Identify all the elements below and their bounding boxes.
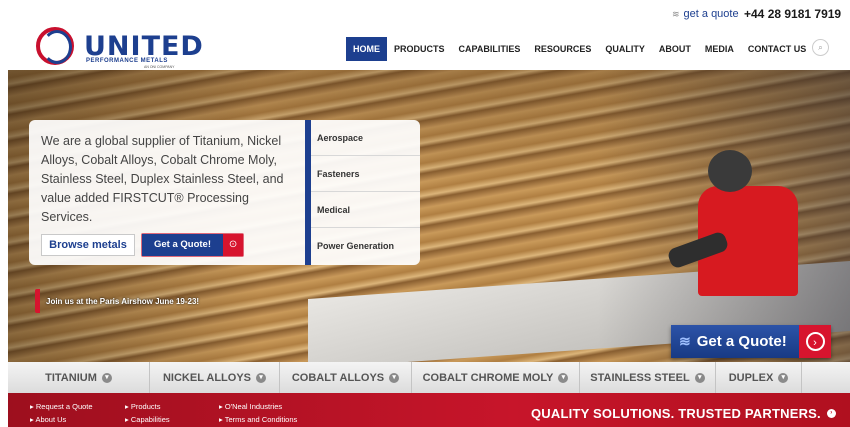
announcement-accent <box>35 289 40 313</box>
industries-list: Aerospace Fasteners Medical Power Genera… <box>305 120 420 265</box>
chevron-down-icon: ▾ <box>778 372 789 383</box>
logo-swoosh-icon <box>42 30 72 64</box>
intro-card: We are a global supplier of Titanium, Ni… <box>29 120 305 265</box>
metal-label[interactable]: DUPLEX <box>729 372 774 384</box>
layers-icon: ≋ <box>672 8 680 19</box>
industry-power-generation[interactable]: Power Generation <box>311 228 420 264</box>
get-quote-label[interactable]: Get a Quote! <box>142 234 224 256</box>
layers-icon: ≋ <box>679 333 691 349</box>
arrow-circle-icon[interactable]: › <box>826 409 836 418</box>
metal-label[interactable]: COBALT ALLOYS <box>292 372 384 384</box>
get-a-quote-label[interactable]: get a quote <box>684 8 739 20</box>
nav-home[interactable]: HOME <box>346 37 387 61</box>
tagline-text: QUALITY SOLUTIONS. TRUSTED PARTNERS. <box>531 406 821 421</box>
footer-tagline: QUALITY SOLUTIONS. TRUSTED PARTNERS. › <box>531 406 836 421</box>
metal-label[interactable]: NICKEL ALLOYS <box>163 372 251 384</box>
metal-cobalt-chrome-moly[interactable]: COBALT CHROME MOLY ▾ <box>412 362 580 393</box>
metal-nickel-alloys[interactable]: NICKEL ALLOYS ▾ <box>150 362 280 393</box>
large-get-quote-arrow[interactable]: › <box>799 325 831 358</box>
metal-titanium[interactable]: TITANIUM ▾ <box>8 362 150 393</box>
large-get-quote-main[interactable]: ≋ Get a Quote! <box>671 325 799 358</box>
chevron-down-icon: ▾ <box>694 372 705 383</box>
metal-label[interactable]: COBALT CHROME MOLY <box>423 372 554 384</box>
metals-nav: TITANIUM ▾ NICKEL ALLOYS ▾ COBALT ALLOYS ▾ … <box>8 362 850 393</box>
nav-capabilities[interactable]: CAPABILITIES <box>452 37 528 61</box>
get-a-quote-link[interactable]: ≋ get a quote <box>672 8 739 20</box>
metal-cobalt-alloys[interactable]: COBALT ALLOYS ▾ <box>280 362 412 393</box>
industry-aerospace[interactable]: Aerospace <box>311 120 420 156</box>
footer-link-about-us[interactable]: ▸ About Us <box>30 415 66 424</box>
site-header: UNITED PERFORMANCE METALS AN ONI COMPANY… <box>0 26 850 70</box>
nav-quality[interactable]: QUALITY <box>598 37 652 61</box>
intro-text: We are a global supplier of Titanium, Ni… <box>41 134 284 224</box>
footer-link-request-quote[interactable]: ▸ Request a Quote <box>30 402 93 411</box>
logo-subtitle: PERFORMANCE METALS <box>86 58 168 64</box>
chevron-down-icon: ▾ <box>558 372 569 383</box>
nav-contact-us[interactable]: CONTACT US <box>741 37 813 61</box>
nav-products[interactable]: PRODUCTS <box>387 37 452 61</box>
footer-link-products[interactable]: ▸ Products <box>125 402 160 411</box>
airshow-text[interactable]: Join us at the Paris Airshow June 19-23! <box>46 297 199 306</box>
metal-label[interactable]: STAINLESS STEEL <box>590 372 689 384</box>
industry-fasteners[interactable]: Fasteners <box>311 156 420 192</box>
arrow-circle-icon: › <box>805 332 825 351</box>
browse-metals-button[interactable]: Browse metals <box>41 234 135 256</box>
arrow-circle-icon[interactable]: ⊙ <box>223 234 244 256</box>
metal-label[interactable]: TITANIUM <box>45 372 97 384</box>
large-get-quote-label[interactable]: Get a Quote! <box>697 333 787 350</box>
chevron-down-icon: ▾ <box>101 372 112 383</box>
company-logo[interactable]: UNITED PERFORMANCE METALS AN ONI COMPANY <box>34 26 203 70</box>
metal-duplex[interactable]: DUPLEX ▾ <box>716 362 802 393</box>
top-bar: ≋ get a quote +44 28 9181 7919 <box>0 0 850 26</box>
hero-worker-image <box>666 150 808 320</box>
large-get-quote-button[interactable]: ≋ Get a Quote! › <box>671 325 831 358</box>
main-nav: HOME PRODUCTS CAPABILITIES RESOURCES QUA… <box>346 37 813 61</box>
metal-stainless-steel[interactable]: STAINLESS STEEL ▾ <box>580 362 716 393</box>
get-quote-button[interactable]: Get a Quote! ⊙ <box>141 233 245 257</box>
nav-resources[interactable]: RESOURCES <box>527 37 598 61</box>
phone-number[interactable]: +44 28 9181 7919 <box>744 7 841 21</box>
logo-tiny: AN ONI COMPANY <box>144 65 175 69</box>
nav-about[interactable]: ABOUT <box>652 37 698 61</box>
chevron-down-icon: ▾ <box>256 372 266 383</box>
chevron-down-icon: ▾ <box>389 372 400 383</box>
footer: ▸ Request a Quote ▸ About Us ▸ Products … <box>8 393 850 427</box>
footer-link-capabilities[interactable]: ▸ Capabilities <box>125 415 170 424</box>
airshow-announcement[interactable]: Join us at the Paris Airshow June 19-23! <box>35 289 199 313</box>
industry-medical[interactable]: Medical <box>311 192 420 228</box>
nav-media[interactable]: MEDIA <box>698 37 741 61</box>
footer-link-terms[interactable]: ▸ Terms and Conditions <box>219 415 297 424</box>
search-icon[interactable]: ⌕ <box>812 39 829 56</box>
footer-link-oneal-industries[interactable]: ▸ O'Neal Industries <box>219 402 282 411</box>
